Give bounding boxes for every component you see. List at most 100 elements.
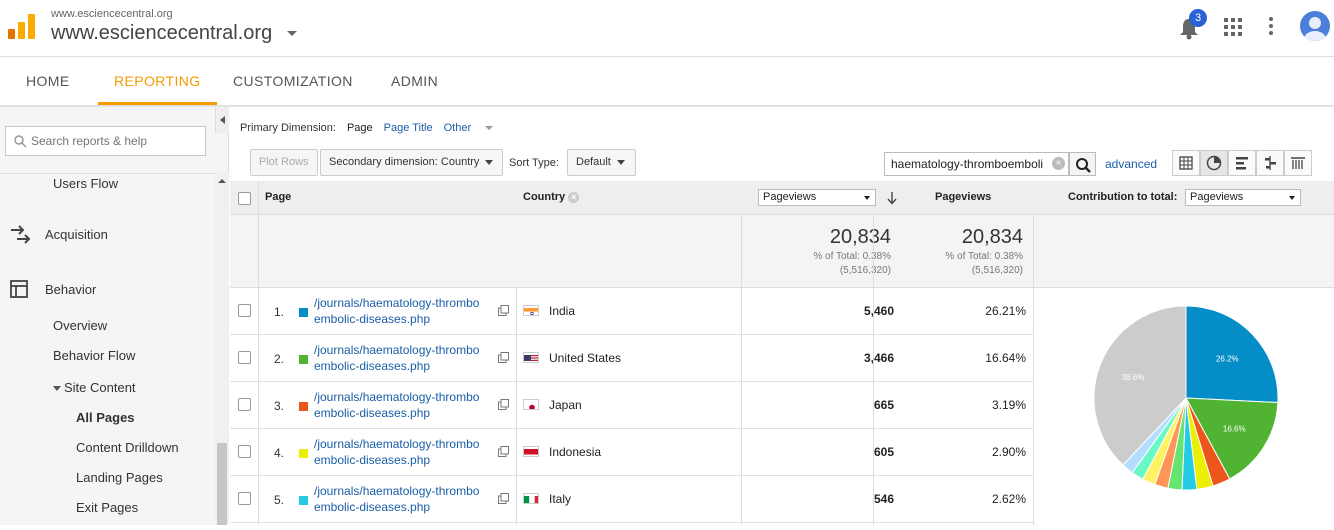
sidebar-item-acquisition[interactable]: Acquisition [45,227,108,242]
row-color-swatch [299,449,308,458]
remove-dimension-icon[interactable]: × [568,191,580,203]
sidebar-scrollbar[interactable] [215,173,229,525]
sidebar-item-landing-pages[interactable]: Landing Pages [76,470,163,485]
country-name[interactable]: Indonesia [549,445,601,459]
sidebar-item-all-pages[interactable]: All Pages [76,410,135,425]
row-rank: 5. [274,493,285,507]
column-header-pageviews[interactable]: Pageviews [935,191,991,203]
country-name[interactable]: Italy [549,492,571,506]
scrollbar-thumb[interactable] [217,443,227,525]
left-sidebar [0,107,229,525]
pageviews-value: 546 [873,492,894,506]
tab-reporting[interactable]: Reporting [98,58,217,105]
total-of-1: (5,516,320) [839,265,891,276]
more-vert-icon[interactable] [1269,17,1273,35]
external-link-icon[interactable] [498,352,509,363]
page-link-line-2: embolic-diseases.php [314,453,431,467]
contribution-percent: 2.90% [991,445,1026,459]
dimension-other[interactable]: Other [444,122,505,134]
primary-dimension-bar: Primary Dimension: Page Page Title Other [240,122,515,134]
property-dropdown-icon[interactable] [287,31,297,36]
search-input[interactable] [31,131,201,151]
scroll-up-icon[interactable] [218,179,226,183]
sidebar-item-overview[interactable]: Overview [53,318,107,333]
sidebar-search[interactable] [5,126,206,156]
table-filter-input[interactable]: haematology-thromboemboli [884,152,1069,176]
row-color-swatch [299,402,308,411]
page-link-line-1: /journals/haematology-thrombo [314,437,480,451]
pageviews-value: 5,460 [863,304,894,318]
view-pie-button[interactable] [1200,150,1228,176]
row-checkbox[interactable] [238,492,251,505]
collapse-sidebar-button[interactable] [215,107,229,133]
country-name[interactable]: Japan [549,398,582,412]
column-header-page[interactable]: Page [265,191,291,203]
sidebar-item-content-drilldown[interactable]: Content Drilldown [76,440,179,455]
dimension-page[interactable]: Page [347,122,373,134]
row-checkbox[interactable] [238,398,251,411]
page-link-line-2: embolic-diseases.php [314,500,431,514]
sidebar-item-behavior-flow[interactable]: Behavior Flow [53,348,135,363]
plot-rows-button[interactable]: Plot Rows [250,149,318,176]
page-link[interactable]: /journals/haematology-thrombo embolic-dis… [314,436,494,468]
page-link[interactable]: /journals/haematology-thrombo embolic-dis… [314,342,494,374]
column-header-country[interactable]: Country × [523,191,580,203]
sidebar-item-label: Site Content [64,380,136,395]
chevron-down-icon [616,159,625,165]
account-avatar[interactable] [1300,11,1330,41]
sidebar-item-site-content[interactable]: Site Content [53,380,136,395]
clear-filter-icon[interactable]: × [1052,157,1065,170]
country-name[interactable]: United States [549,351,621,365]
pageviews-value: 3,466 [863,351,894,365]
column-divider [873,215,874,525]
contribution-pie-chart[interactable]: 26.2% 16.6% 38.6% [1034,288,1334,525]
page-link[interactable]: /journals/haematology-thrombo embolic-dis… [314,295,494,327]
contribution-select[interactable]: Pageviews [1185,189,1301,206]
row-checkbox[interactable] [238,304,251,317]
external-link-icon[interactable] [498,493,509,504]
metric-select[interactable]: Pageviews [758,189,876,206]
notification-count-badge[interactable]: 3 [1189,9,1207,27]
contribution-percent: 3.19% [991,398,1026,412]
view-table-button[interactable] [1172,150,1200,176]
sidebar-item-users-flow[interactable]: Users Flow [53,176,118,191]
tab-home[interactable]: Home [26,58,70,105]
row-color-swatch [299,496,308,505]
secondary-dimension-select[interactable]: Secondary dimension: Country [320,149,503,176]
page-link[interactable]: /journals/haematology-thrombo embolic-dis… [314,389,494,421]
page-link-line-1: /journals/haematology-thrombo [314,296,480,310]
tab-customization[interactable]: Customization [233,58,353,105]
row-rank: 1. [274,305,285,319]
external-link-icon[interactable] [498,399,509,410]
column-divider [741,215,742,525]
bar-chart-icon [1236,157,1248,170]
sort-descending-icon[interactable] [887,191,897,205]
sidebar-item-behavior[interactable]: Behavior [45,282,96,297]
advanced-filter-link[interactable]: advanced [1105,157,1157,171]
page-link[interactable]: /journals/haematology-thrombo embolic-dis… [314,483,494,515]
contribution-pie-area: 26.2% 16.6% 38.6% [1034,288,1334,525]
row-checkbox[interactable] [238,351,251,364]
dimension-page-title[interactable]: Page Title [384,122,433,134]
search-icon [14,135,27,148]
total-metric-2: 20,834 [961,226,1023,248]
external-link-icon[interactable] [498,446,509,457]
external-link-icon[interactable] [498,305,509,316]
apps-grid-icon[interactable] [1224,18,1242,36]
sidebar-item-exit-pages[interactable]: Exit Pages [76,500,138,515]
pivot-table-icon [1291,157,1305,169]
filter-search-button[interactable] [1069,152,1096,176]
view-performance-button[interactable] [1228,150,1256,176]
view-comparison-button[interactable] [1256,150,1284,176]
country-name[interactable]: India [549,304,575,318]
sort-type-select[interactable]: Default [567,149,636,176]
row-rank: 3. [274,399,285,413]
view-pivot-button[interactable] [1284,150,1312,176]
tab-admin[interactable]: Admin [391,58,438,105]
row-checkbox[interactable] [238,445,251,458]
property-selector[interactable]: www.esciencecentral.org [51,22,272,45]
page-link-line-1: /journals/haematology-thrombo [314,484,480,498]
select-all-checkbox[interactable] [238,192,251,205]
pageviews-value: 665 [873,398,894,412]
analytics-logo-icon[interactable] [8,13,36,41]
